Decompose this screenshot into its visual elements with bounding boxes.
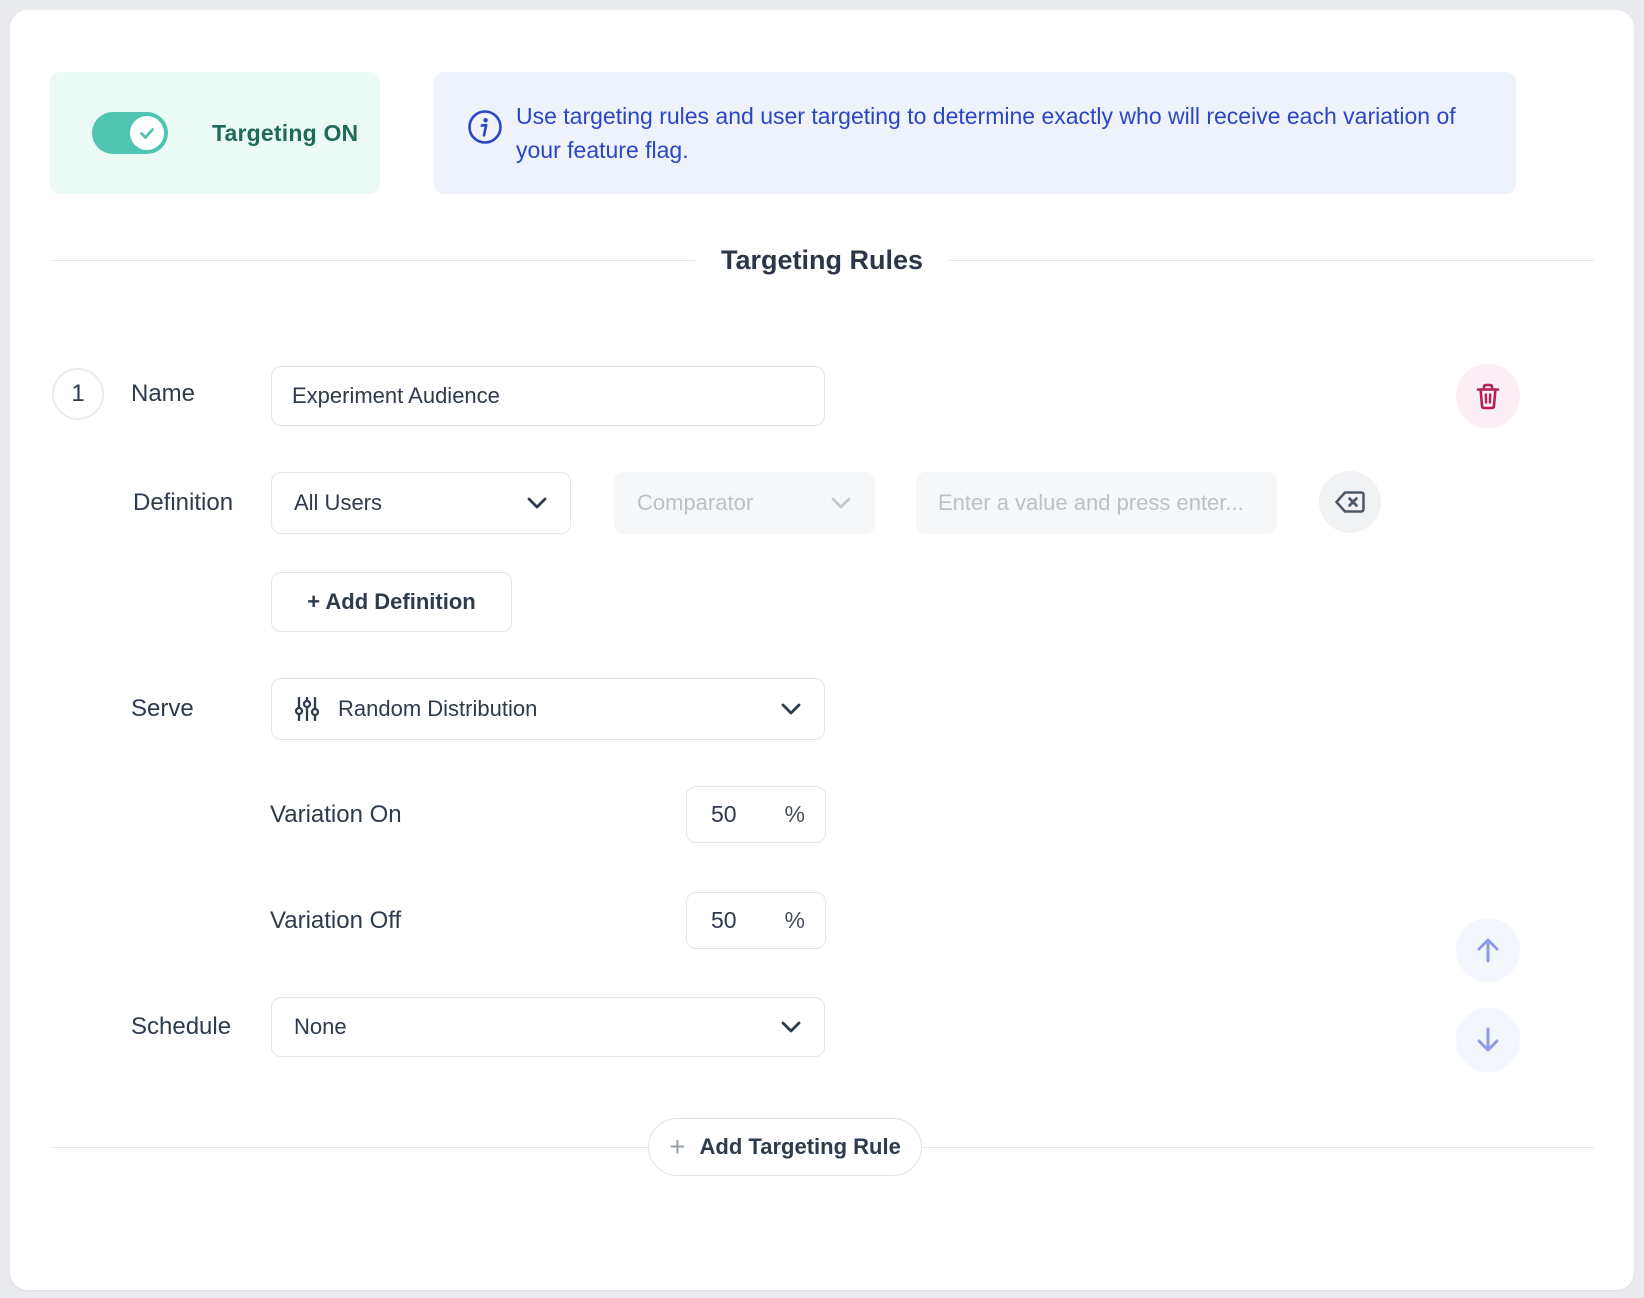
schedule-select[interactable]: None (271, 997, 825, 1057)
name-label: Name (131, 368, 195, 420)
comparator-select-placeholder: Comparator (637, 490, 753, 516)
arrow-up-icon (1472, 934, 1504, 966)
definition-label: Definition (133, 472, 233, 534)
schedule-select-value: None (294, 1014, 347, 1040)
move-rule-up-button[interactable] (1456, 918, 1520, 982)
rule-number-badge: 1 (52, 368, 104, 420)
move-rule-down-button[interactable] (1456, 1008, 1520, 1072)
variation-off-percentage-input[interactable]: 50 % (686, 892, 826, 949)
info-icon (466, 108, 504, 146)
toggle-knob (130, 116, 164, 150)
variation-on-percentage-input[interactable]: 50 % (686, 786, 826, 843)
add-targeting-rule-label: Add Targeting Rule (700, 1134, 901, 1160)
chevron-down-icon (780, 1020, 802, 1034)
serve-select[interactable]: Random Distribution (271, 678, 825, 740)
targeting-card: Targeting ON Use targeting rules and use… (10, 10, 1634, 1290)
targeting-toggle-panel: Targeting ON (50, 72, 380, 194)
backspace-icon (1334, 490, 1366, 514)
serve-label: Serve (131, 678, 194, 740)
variation-on-label: Variation On (270, 786, 402, 843)
definition-value-input[interactable] (916, 472, 1277, 534)
audience-select-value: All Users (294, 490, 382, 516)
serve-select-value: Random Distribution (338, 696, 537, 722)
variation-off-label: Variation Off (270, 892, 401, 949)
info-banner: Use targeting rules and user targeting t… (434, 72, 1516, 194)
percent-unit: % (785, 907, 805, 934)
chevron-down-icon (830, 496, 852, 510)
audience-select[interactable]: All Users (271, 472, 571, 534)
plus-icon: + (669, 1133, 685, 1161)
check-icon (137, 123, 157, 143)
add-definition-button[interactable]: + Add Definition (271, 572, 512, 632)
variation-on-value: 50 (711, 801, 737, 828)
variation-off-value: 50 (711, 907, 737, 934)
rule-name-input[interactable] (271, 366, 825, 426)
schedule-label: Schedule (131, 997, 231, 1057)
trash-icon (1473, 380, 1503, 412)
page-title: Targeting Rules (721, 245, 923, 276)
targeting-toggle[interactable] (92, 112, 168, 154)
comparator-select[interactable]: Comparator (614, 472, 875, 534)
percent-unit: % (785, 801, 805, 828)
delete-rule-button[interactable] (1456, 364, 1520, 428)
add-targeting-rule-button[interactable]: + Add Targeting Rule (648, 1118, 922, 1176)
chevron-down-icon (780, 702, 802, 716)
chevron-down-icon (526, 496, 548, 510)
targeting-status-label: Targeting ON (212, 120, 358, 147)
clear-definition-button[interactable] (1319, 471, 1381, 533)
arrow-down-icon (1472, 1024, 1504, 1056)
sliders-icon (294, 695, 320, 723)
banner-text: Use targeting rules and user targeting t… (516, 99, 1456, 167)
section-header: Targeting Rules (50, 228, 1594, 292)
